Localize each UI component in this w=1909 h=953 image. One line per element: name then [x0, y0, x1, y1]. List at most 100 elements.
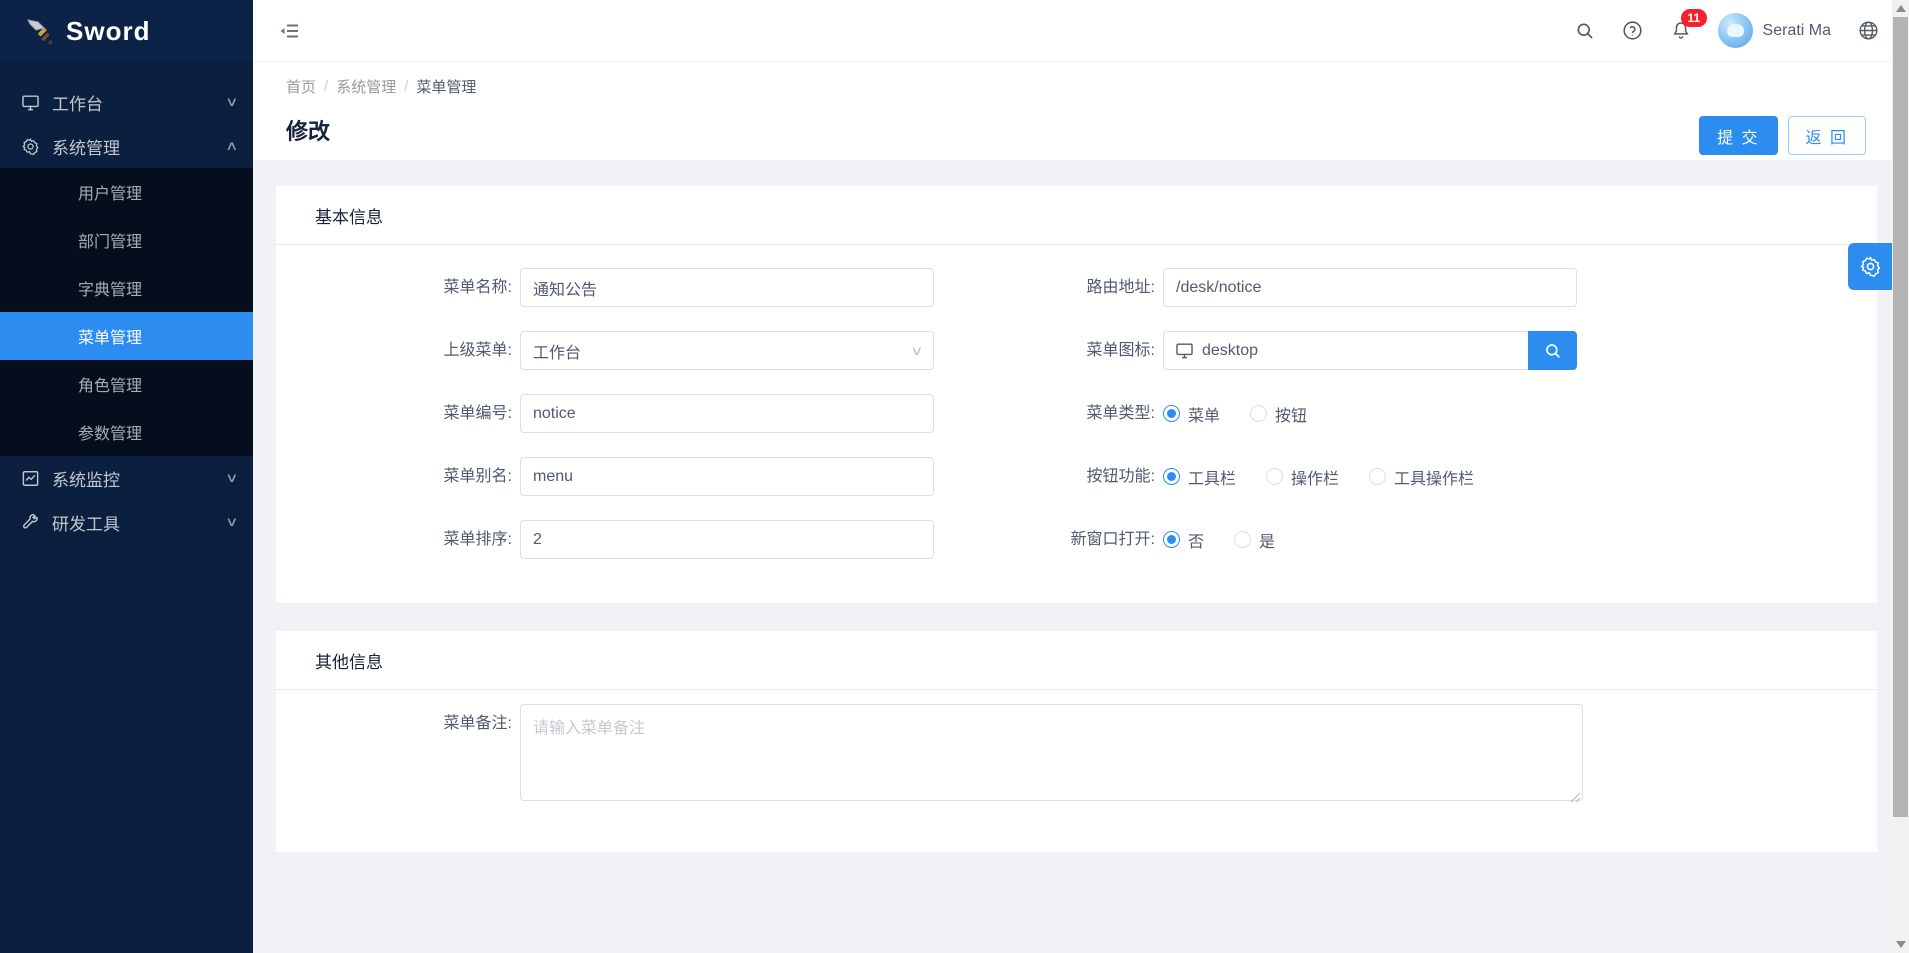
other-info-form: 菜单备注: [276, 690, 1877, 806]
radio-menu-type-menu[interactable]: 菜单 [1163, 402, 1220, 426]
parent-menu-select[interactable]: 工作台 ∨ [520, 331, 934, 370]
back-button[interactable]: 返 回 [1788, 116, 1866, 155]
search-icon[interactable] [1574, 20, 1596, 42]
radio-icon [1234, 531, 1251, 548]
user-menu[interactable]: Serati Ma [1718, 13, 1831, 48]
sidebar: Sword 工作台 ∨ 系统管理 ∧ 用户管理 部门管理 字 [0, 0, 253, 953]
header-actions: 11 Serati Ma [1574, 13, 1879, 48]
radio-new-window-yes[interactable]: 是 [1234, 528, 1275, 552]
collapse-sidebar-button[interactable] [279, 20, 301, 42]
sidebar-item-user-admin[interactable]: 用户管理 [0, 168, 253, 216]
menu-code-input[interactable] [520, 394, 934, 433]
menu-remark-label: 菜单备注: [276, 704, 520, 806]
wrench-icon [20, 512, 40, 532]
chevron-up-icon: ∧ [226, 138, 239, 154]
top-header: 11 Serati Ma [253, 0, 1909, 62]
theme-settings-button[interactable] [1848, 243, 1892, 290]
avatar [1718, 13, 1753, 48]
menu-fold-icon [279, 20, 301, 42]
menu-code-label: 菜单编号: [276, 394, 520, 433]
menu-type-label: 菜单类型: [934, 394, 1163, 433]
page-title: 修改 [286, 114, 330, 146]
scroll-down-arrow-icon[interactable] [1896, 941, 1906, 948]
chevron-down-icon: ∨ [911, 331, 924, 370]
basic-info-form: 菜单名称: 路由地址: 上级菜单: 工作台 ∨ 菜单图标: [276, 245, 1877, 559]
resize-handle-icon[interactable] [1570, 792, 1581, 803]
sidebar-item-label: 系统监控 [52, 466, 227, 491]
gear-icon [20, 136, 40, 156]
sidebar-item-param-admin[interactable]: 参数管理 [0, 408, 253, 456]
globe-icon[interactable] [1857, 20, 1879, 42]
scroll-up-arrow-icon[interactable] [1896, 5, 1906, 12]
question-circle-icon[interactable] [1622, 20, 1644, 42]
dagger-logo-icon [24, 16, 54, 46]
app-title: Sword [66, 16, 150, 47]
vertical-scrollbar[interactable] [1892, 0, 1909, 953]
menu-alias-input[interactable] [520, 457, 934, 496]
monitor-chart-icon [20, 468, 40, 488]
sidebar-item-dict-admin[interactable]: 字典管理 [0, 264, 253, 312]
icon-search-button[interactable] [1528, 331, 1577, 370]
menu-remark-textarea[interactable] [520, 704, 1583, 801]
breadcrumb-separator: / [324, 78, 328, 95]
new-window-radio-group: 否 是 [1163, 520, 1577, 559]
section-title: 基本信息 [315, 203, 383, 228]
sidebar-item-workbench[interactable]: 工作台 ∨ [0, 80, 253, 124]
sidebar-item-label: 系统管理 [52, 134, 227, 159]
breadcrumb-menu-admin: 菜单管理 [416, 76, 476, 97]
sidebar-item-dev-tools[interactable]: 研发工具 ∨ [0, 500, 253, 544]
page-actions: 提 交 返 回 [1699, 116, 1866, 155]
menu-icon-input[interactable] [1163, 331, 1528, 370]
scrollbar-thumb[interactable] [1893, 17, 1908, 817]
radio-new-window-no[interactable]: 否 [1163, 528, 1204, 552]
radio-icon [1163, 405, 1180, 422]
breadcrumb-home[interactable]: 首页 [286, 76, 316, 97]
radio-menu-type-button[interactable]: 按钮 [1250, 402, 1307, 426]
other-info-card: 其他信息 菜单备注: [276, 631, 1877, 852]
sidebar-item-dept-admin[interactable]: 部门管理 [0, 216, 253, 264]
parent-menu-label: 上级菜单: [276, 331, 520, 370]
basic-info-card: 基本信息 菜单名称: 路由地址: 上级菜单: 工作台 ∨ 菜单图标: [276, 186, 1877, 603]
radio-icon [1250, 405, 1267, 422]
other-info-header: 其他信息 [276, 631, 1877, 690]
notification-badge: 11 [1681, 9, 1708, 27]
breadcrumb: 首页 / 系统管理 / 菜单管理 [286, 76, 476, 97]
menu-sort-label: 菜单排序: [276, 520, 520, 559]
page-head: 首页 / 系统管理 / 菜单管理 修改 提 交 返 回 [253, 62, 1909, 160]
section-title: 其他信息 [315, 648, 383, 673]
route-label: 路由地址: [934, 268, 1163, 307]
sidebar-item-system-monitor[interactable]: 系统监控 ∨ [0, 456, 253, 500]
desktop-icon [20, 92, 40, 112]
chevron-down-icon: ∨ [226, 470, 239, 486]
system-admin-submenu: 用户管理 部门管理 字典管理 菜单管理 角色管理 参数管理 [0, 168, 253, 456]
menu-name-label: 菜单名称: [276, 268, 520, 307]
menu-icon-label: 菜单图标: [934, 331, 1163, 370]
menu-name-input[interactable] [520, 268, 934, 307]
breadcrumb-system-admin[interactable]: 系统管理 [336, 76, 396, 97]
new-window-label: 新窗口打开: [934, 520, 1163, 559]
radio-icon [1163, 531, 1180, 548]
menu-alias-label: 菜单别名: [276, 457, 520, 496]
radio-tool-action-bar[interactable]: 工具操作栏 [1369, 465, 1474, 489]
sidebar-item-system-admin[interactable]: 系统管理 ∧ [0, 124, 253, 168]
chevron-down-icon: ∨ [226, 94, 239, 110]
button-func-radio-group: 工具栏 操作栏 工具操作栏 [1163, 457, 1577, 496]
radio-icon [1369, 468, 1386, 485]
sidebar-item-label: 研发工具 [52, 510, 227, 535]
radio-toolbar[interactable]: 工具栏 [1163, 465, 1236, 489]
chevron-down-icon: ∨ [226, 514, 239, 530]
button-func-label: 按钮功能: [934, 457, 1163, 496]
app-logo[interactable]: Sword [0, 0, 253, 62]
submit-button[interactable]: 提 交 [1699, 116, 1777, 155]
user-name: Serati Ma [1763, 22, 1831, 40]
basic-info-header: 基本信息 [276, 186, 1877, 245]
sidebar-item-menu-admin[interactable]: 菜单管理 [0, 312, 253, 360]
sidebar-item-role-admin[interactable]: 角色管理 [0, 360, 253, 408]
radio-icon [1266, 468, 1283, 485]
radio-action-bar[interactable]: 操作栏 [1266, 465, 1339, 489]
parent-menu-value: 工作台 [533, 339, 581, 363]
bell-icon[interactable]: 11 [1670, 20, 1692, 42]
route-input[interactable] [1163, 268, 1577, 307]
menu-sort-input[interactable] [520, 520, 934, 559]
desktop-icon [1175, 341, 1194, 360]
